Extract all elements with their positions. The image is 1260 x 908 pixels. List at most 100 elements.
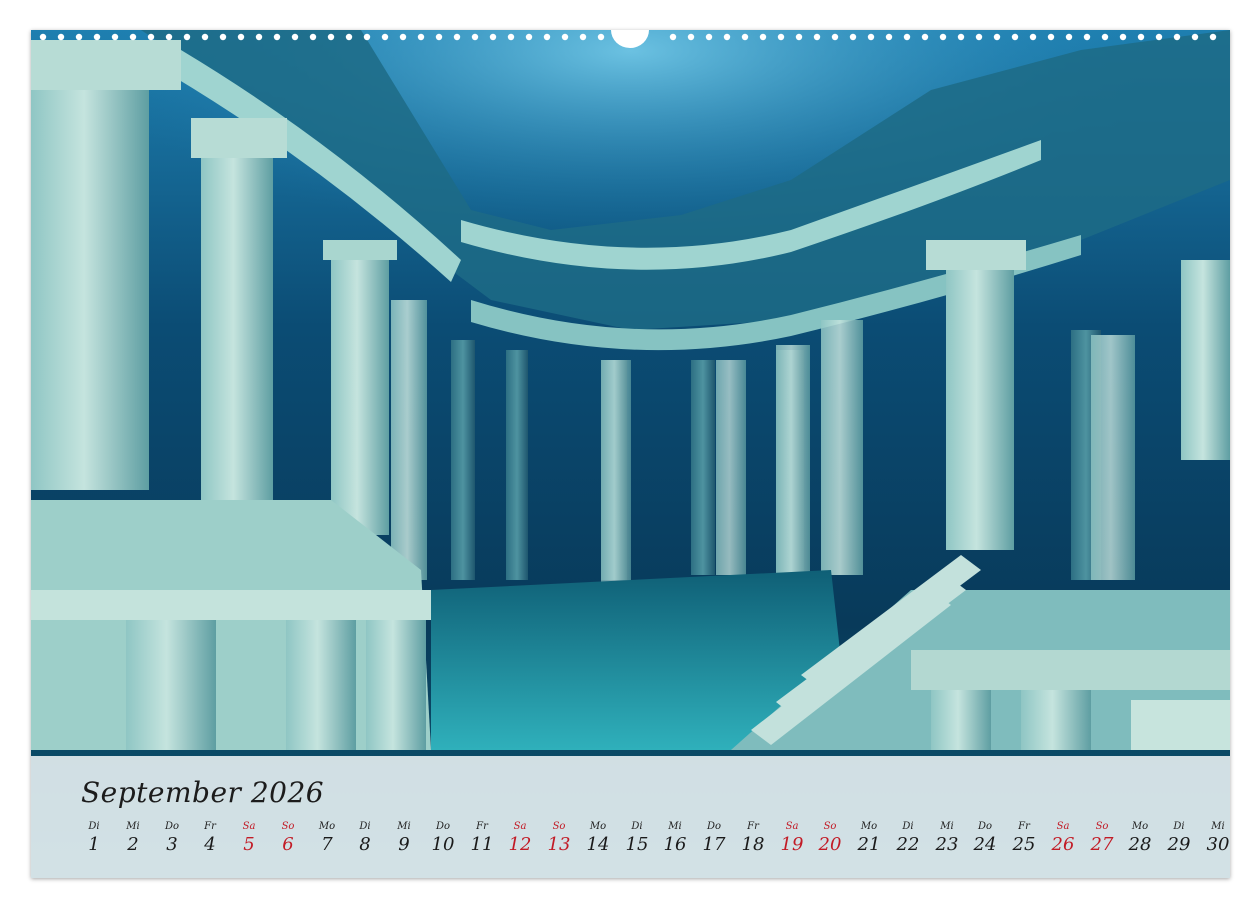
binding-hole <box>1047 33 1055 41</box>
weekday-label: Di <box>631 821 643 832</box>
day-cell: Mo 21 <box>851 820 887 856</box>
binding-hole <box>975 33 983 41</box>
day-cell: So 20 <box>812 820 848 856</box>
binding-hole <box>597 33 605 41</box>
day-cell: So 13 <box>541 820 577 856</box>
binding-hole <box>525 33 533 41</box>
day-number: 17 <box>702 834 726 855</box>
binding-hole <box>363 33 371 41</box>
day-number: 3 <box>166 834 178 855</box>
binding-hole <box>111 33 119 41</box>
day-number: 27 <box>1090 834 1114 855</box>
day-cell: Do 17 <box>696 820 732 856</box>
weekday-label: Di <box>1173 821 1185 832</box>
binding-hole <box>507 33 515 41</box>
day-number: 19 <box>780 834 804 855</box>
day-number: 30 <box>1206 834 1230 855</box>
binding-hole <box>705 33 713 41</box>
binding-hole <box>849 33 857 41</box>
day-cell: Di 29 <box>1161 820 1197 856</box>
day-cell: Mi 16 <box>657 820 693 856</box>
binding-hole <box>759 33 767 41</box>
day-number: 4 <box>204 834 216 855</box>
binding-hole <box>831 33 839 41</box>
binding-hole <box>993 33 1001 41</box>
binding-hole <box>867 33 875 41</box>
weekday-label: Do <box>435 821 451 832</box>
day-number: 15 <box>625 834 649 855</box>
binding-hole <box>579 33 587 41</box>
day-number: 28 <box>1128 834 1152 855</box>
weekday-label: Sa <box>1056 821 1070 832</box>
weekday-label: Mi <box>668 821 682 832</box>
day-cell: Sa 12 <box>502 820 538 856</box>
binding-hole <box>273 33 281 41</box>
day-number: 6 <box>282 834 294 855</box>
day-cell: So 6 <box>270 820 306 856</box>
weekday-label: Do <box>977 821 993 832</box>
binding-hole <box>1137 33 1145 41</box>
binding-hole <box>345 33 353 41</box>
weekday-label: Mo <box>1131 821 1149 832</box>
day-cell: Mi 9 <box>386 820 422 856</box>
day-number: 8 <box>359 834 371 855</box>
day-cell: Di 8 <box>347 820 383 856</box>
binding-hole <box>669 33 677 41</box>
day-number: 26 <box>1051 834 1075 855</box>
binding-hole <box>921 33 929 41</box>
day-number: 7 <box>321 834 333 855</box>
binding-hole <box>1119 33 1127 41</box>
weekday-label: Di <box>88 821 100 832</box>
weekday-label: So <box>1095 821 1109 832</box>
binding-hole <box>1155 33 1163 41</box>
binding-hole <box>309 33 317 41</box>
binding-hole <box>183 33 191 41</box>
day-cell: Fr 18 <box>735 820 771 856</box>
binding-hole <box>723 33 731 41</box>
day-number: 21 <box>857 834 881 855</box>
weekday-label: So <box>823 821 837 832</box>
binding-hole <box>165 33 173 41</box>
binding-hole <box>1065 33 1073 41</box>
day-cell: Mi 23 <box>929 820 965 856</box>
binding-hole <box>1029 33 1037 41</box>
day-row: Di 1 Mi 2 Do 3 Fr 4 Sa 5 So 6 Mo 7 Di 8 Mi 9 Do 10 Fr 11 Sa 12 S… <box>76 820 1229 860</box>
binding-hole <box>327 33 335 41</box>
binding-hole <box>291 33 299 41</box>
binding-hole <box>471 33 479 41</box>
day-cell: Sa 19 <box>774 820 810 856</box>
day-cell: Sa 26 <box>1045 820 1081 856</box>
underwater-ruins-photo <box>31 30 1230 878</box>
day-number: 22 <box>896 834 920 855</box>
day-cell: Sa 5 <box>231 820 267 856</box>
day-number: 9 <box>398 834 410 855</box>
binding-hole <box>129 33 137 41</box>
binding-hole <box>453 33 461 41</box>
day-cell: Mo 7 <box>309 820 345 856</box>
day-number: 12 <box>508 834 532 855</box>
binding-hole <box>39 33 47 41</box>
weekday-label: Sa <box>242 821 256 832</box>
calendar-sheet: September 2026 Di 1 Mi 2 Do 3 Fr 4 Sa 5 So 6 Mo 7 Di 8 M… <box>31 30 1230 878</box>
binding-hole <box>93 33 101 41</box>
binding-hole <box>939 33 947 41</box>
weekday-label: Fr <box>1018 821 1030 832</box>
day-number: 13 <box>547 834 571 855</box>
binding-hole <box>147 33 155 41</box>
binding-hole <box>1101 33 1109 41</box>
weekday-label: Mi <box>940 821 954 832</box>
binding-hole <box>1083 33 1091 41</box>
day-number: 14 <box>586 834 610 855</box>
weekday-label: Mo <box>589 821 607 832</box>
weekday-label: Mo <box>318 821 336 832</box>
binding-hole <box>561 33 569 41</box>
day-number: 5 <box>243 834 255 855</box>
weekday-label: Fr <box>204 821 216 832</box>
day-cell: Fr 25 <box>1006 820 1042 856</box>
day-cell: Mo 28 <box>1122 820 1158 856</box>
binding-hole <box>885 33 893 41</box>
day-cell: Mo 14 <box>580 820 616 856</box>
weekday-label: Mi <box>1211 821 1225 832</box>
binding-hole <box>1011 33 1019 41</box>
binding-hole <box>57 33 65 41</box>
